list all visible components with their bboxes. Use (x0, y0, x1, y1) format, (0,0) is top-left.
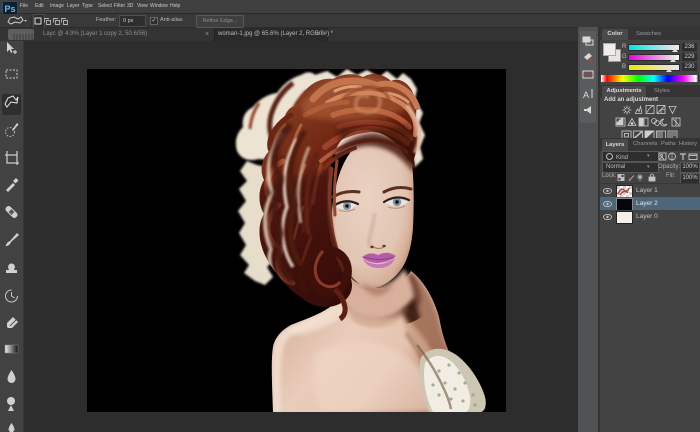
svg-text:A: A (583, 90, 589, 100)
